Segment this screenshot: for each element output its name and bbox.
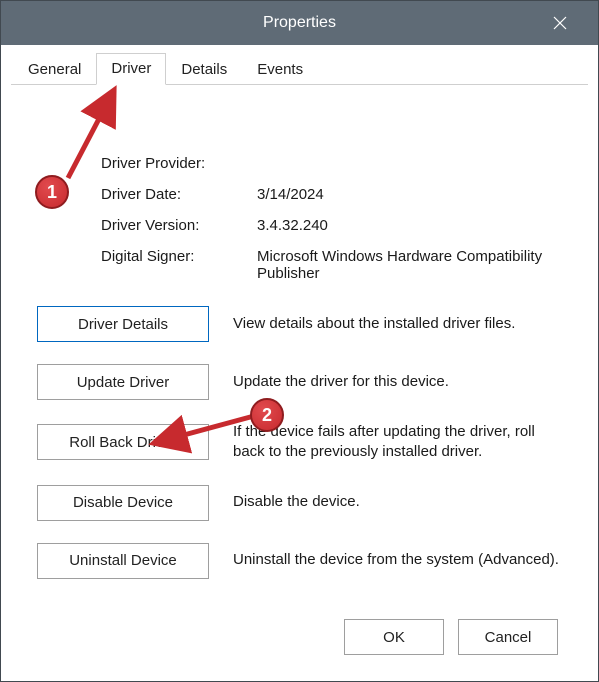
properties-dialog: Properties General Driver Details Events…: [0, 0, 599, 682]
tab-general[interactable]: General: [13, 54, 96, 85]
cancel-button[interactable]: Cancel: [458, 619, 558, 655]
dialog-buttons: OK Cancel: [31, 611, 568, 659]
driver-date-label: Driver Date:: [101, 186, 251, 203]
driver-info-grid: Driver Provider: Driver Date: 3/14/2024 …: [101, 155, 568, 282]
uninstall-device-desc: Uninstall the device from the system (Ad…: [233, 550, 560, 570]
driver-version-label: Driver Version:: [101, 217, 251, 234]
digital-signer-label: Digital Signer:: [101, 248, 251, 282]
uninstall-device-button[interactable]: Uninstall Device: [37, 543, 209, 579]
driver-details-desc: View details about the installed driver …: [233, 314, 560, 334]
tab-content-driver: Driver Provider: Driver Date: 3/14/2024 …: [11, 85, 588, 671]
disable-device-button[interactable]: Disable Device: [37, 485, 209, 521]
roll-back-driver-button[interactable]: Roll Back Driver: [37, 424, 209, 460]
driver-provider-value: [257, 155, 568, 172]
title-bar: Properties: [1, 1, 598, 45]
update-driver-desc: Update the driver for this device.: [233, 372, 560, 392]
driver-actions: Driver Details View details about the in…: [37, 306, 560, 579]
tab-events[interactable]: Events: [242, 54, 318, 85]
driver-details-button[interactable]: Driver Details: [37, 306, 209, 342]
ok-button[interactable]: OK: [344, 619, 444, 655]
driver-version-value: 3.4.32.240: [257, 217, 568, 234]
driver-date-value: 3/14/2024: [257, 186, 568, 203]
window-title: Properties: [263, 14, 336, 32]
tab-details[interactable]: Details: [166, 54, 242, 85]
close-button[interactable]: [540, 1, 580, 45]
driver-provider-label: Driver Provider:: [101, 155, 251, 172]
digital-signer-value: Microsoft Windows Hardware Compatibility…: [257, 248, 568, 282]
close-icon: [553, 16, 567, 30]
tab-strip: General Driver Details Events: [11, 53, 588, 85]
dialog-client: General Driver Details Events Driver Pro…: [1, 45, 598, 681]
tab-driver[interactable]: Driver: [96, 53, 166, 85]
disable-device-desc: Disable the device.: [233, 492, 560, 512]
update-driver-button[interactable]: Update Driver: [37, 364, 209, 400]
roll-back-driver-desc: If the device fails after updating the d…: [233, 422, 560, 463]
